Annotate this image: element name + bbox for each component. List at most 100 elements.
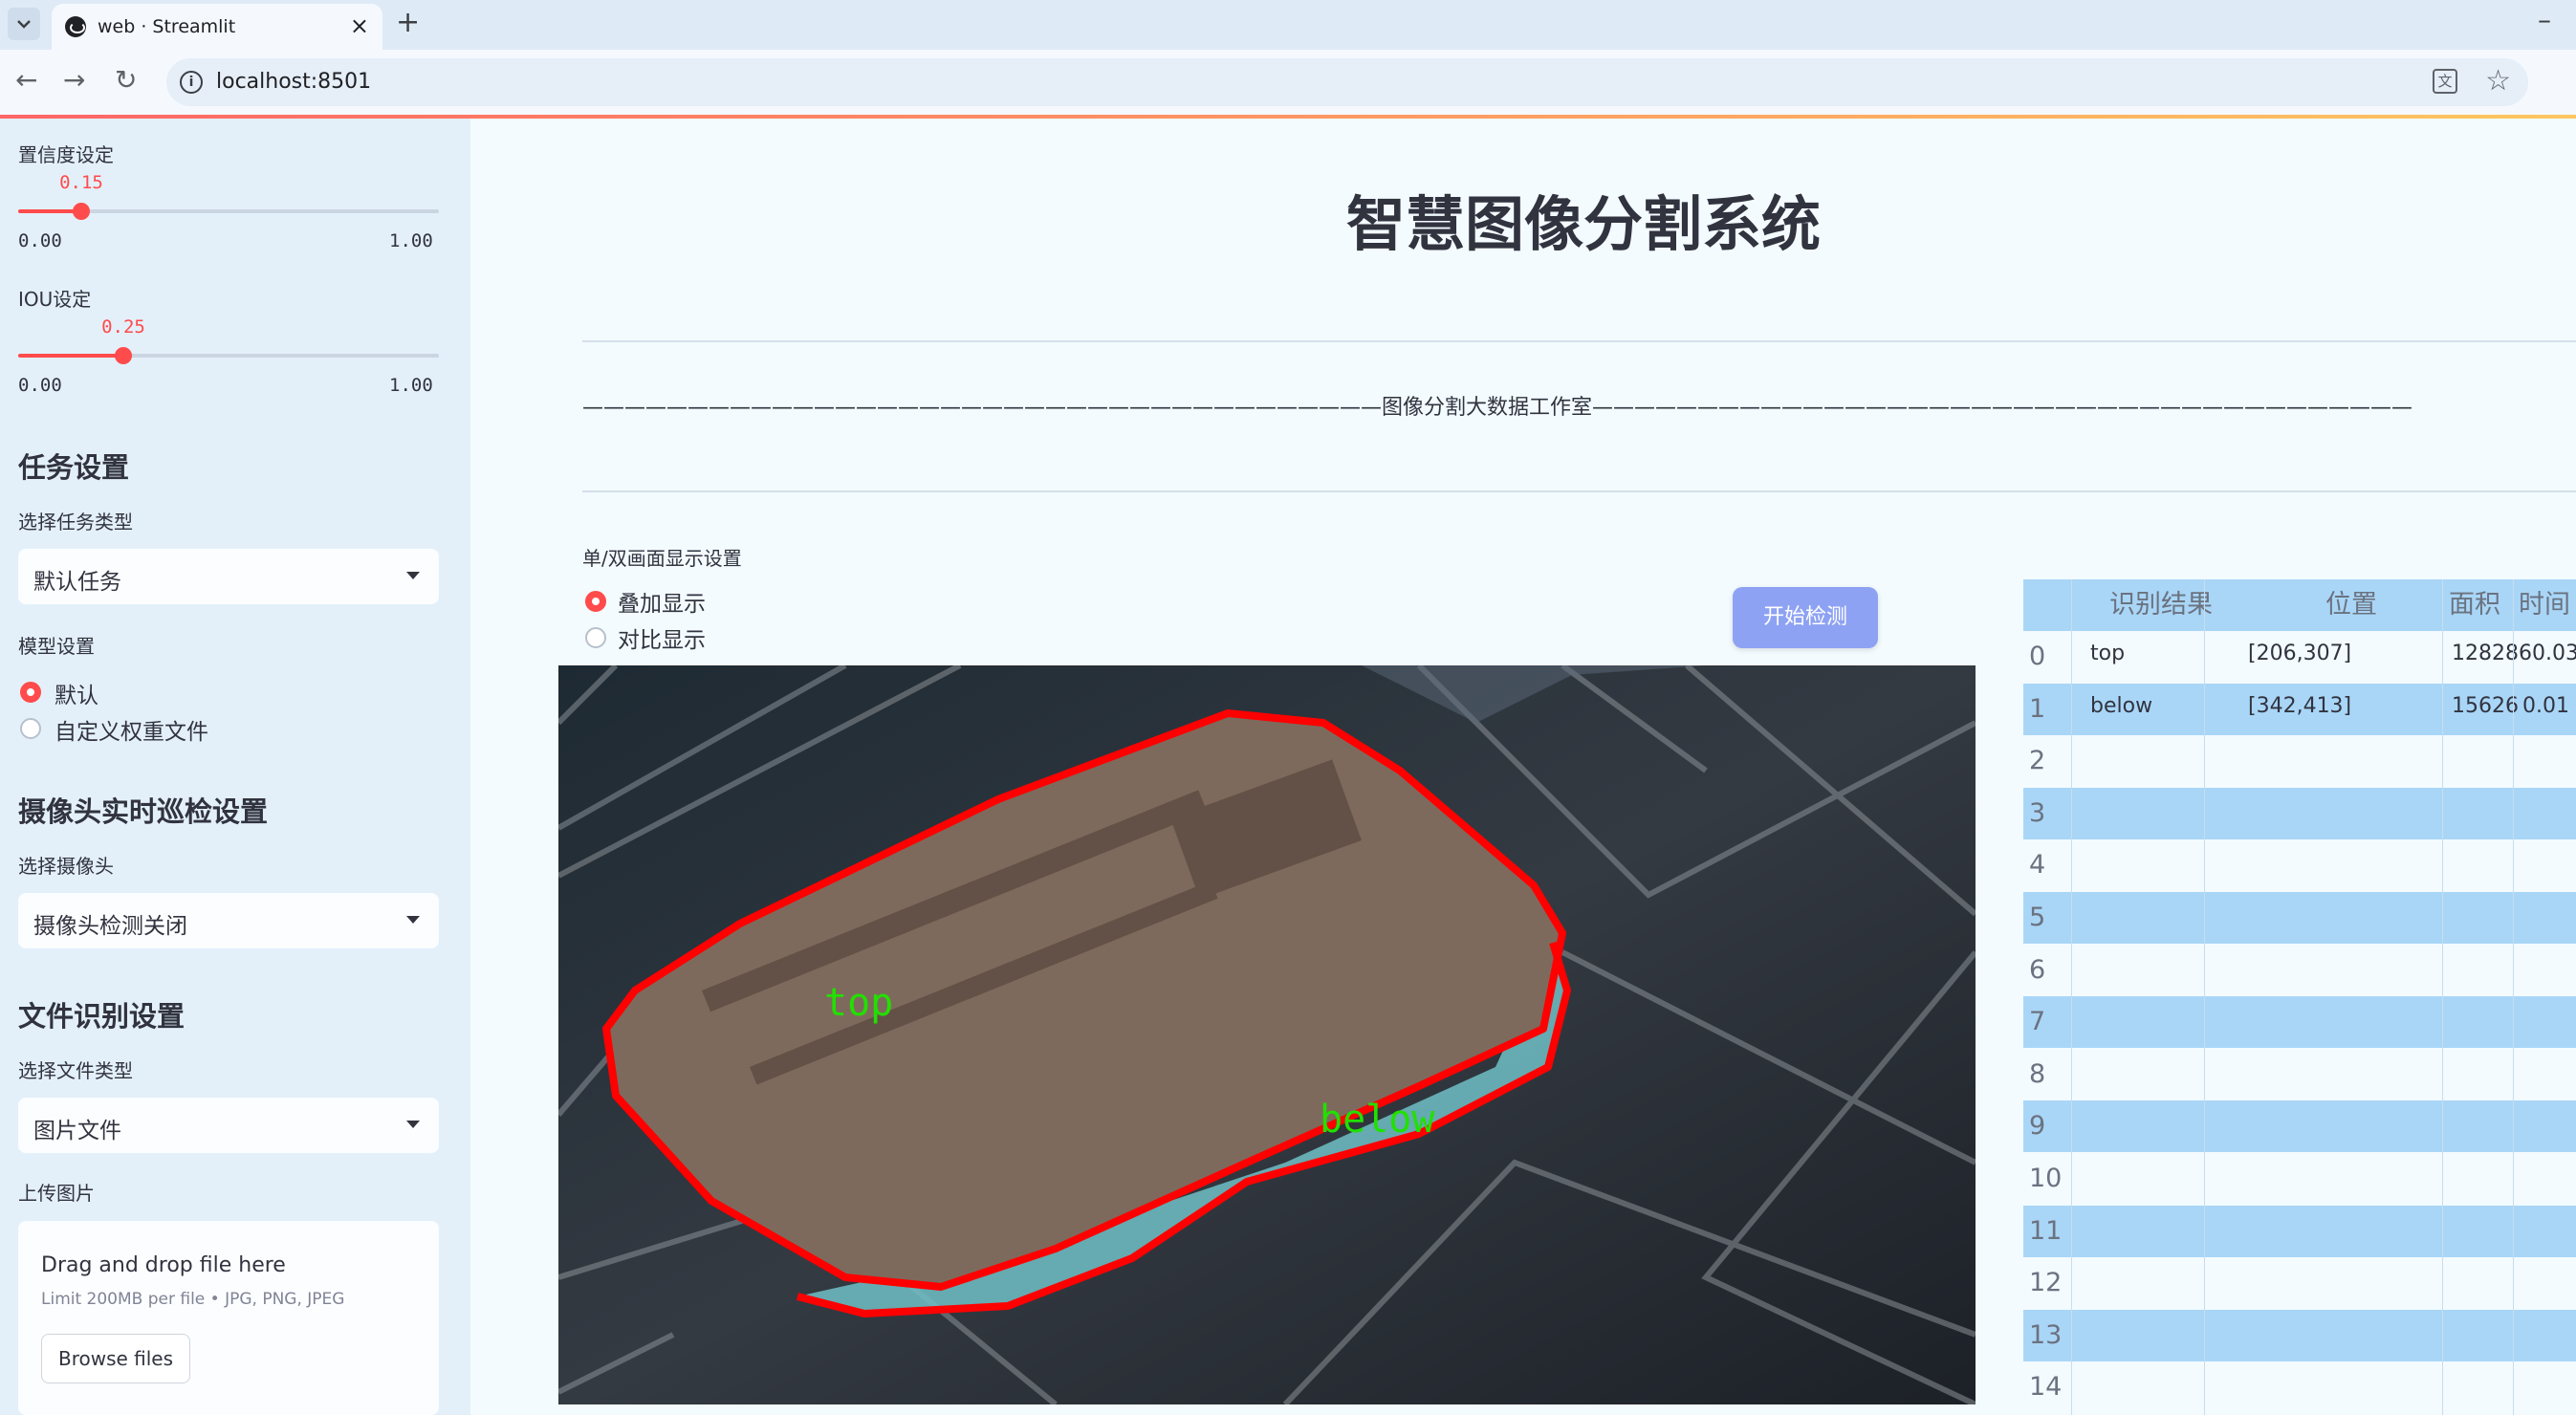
- compare-display-label[interactable]: 对比显示: [618, 621, 706, 654]
- minimize-window-icon[interactable]: –: [2538, 4, 2551, 35]
- url-input[interactable]: i localhost:8501 文 ☆: [166, 58, 2528, 106]
- table-row[interactable]: 3: [2023, 787, 2576, 839]
- column-divider: [2513, 579, 2514, 1415]
- row-index: 0: [2029, 642, 2046, 671]
- camera-select[interactable]: 摄像头检测关闭: [18, 893, 439, 948]
- table-row[interactable]: 12: [2023, 1257, 2576, 1310]
- column-divider: [2204, 579, 2205, 1415]
- table-row[interactable]: 4: [2023, 839, 2576, 892]
- header-position[interactable]: 位置: [2314, 579, 2552, 631]
- tab-search-button[interactable]: [8, 8, 40, 40]
- row-result: [2071, 788, 2204, 839]
- table-row[interactable]: 13: [2023, 1309, 2576, 1361]
- task-settings-header: 任务设置: [18, 451, 130, 484]
- row-time: [2519, 892, 2576, 944]
- browse-files-button[interactable]: Browse files: [41, 1334, 190, 1383]
- studio-divider-text: ——————————————————————————————————————图像…: [582, 396, 2413, 420]
- url-text[interactable]: localhost:8501: [216, 70, 371, 94]
- row-time: [2519, 945, 2576, 996]
- bookmark-star-icon[interactable]: ☆: [2485, 64, 2511, 98]
- row-position: [2204, 1310, 2442, 1361]
- reload-icon[interactable]: ↻: [115, 64, 137, 97]
- row-time: [2519, 1257, 2576, 1309]
- header-index: [2023, 579, 2071, 631]
- row-time: [2519, 1049, 2576, 1100]
- row-position: [2204, 1206, 2442, 1257]
- start-detection-button[interactable]: 开始检测: [1733, 587, 1878, 648]
- task-type-label: 选择任务类型: [18, 511, 133, 533]
- iou-slider[interactable]: 0.25: [18, 316, 439, 364]
- row-time: [2519, 1206, 2576, 1257]
- row-index: 12: [2029, 1268, 2063, 1298]
- results-table[interactable]: 识别结果 位置 面积 时间 0 top [206,307] 1282860.03 1 be…: [2023, 579, 2576, 1415]
- row-index: 8: [2029, 1058, 2046, 1089]
- row-result: [2071, 1049, 2204, 1100]
- compare-display-radio[interactable]: [585, 627, 606, 648]
- row-time: [2519, 1361, 2576, 1413]
- overlay-display-label[interactable]: 叠加显示: [618, 585, 706, 618]
- header-area[interactable]: 面积: [2449, 579, 2516, 631]
- row-time: 0.01: [2522, 693, 2569, 718]
- camera-select-value: 摄像头检测关闭: [33, 914, 187, 939]
- row-time: [2519, 996, 2576, 1048]
- table-row[interactable]: 10: [2023, 1153, 2576, 1205]
- model-custom-label[interactable]: 自定义权重文件: [55, 713, 208, 746]
- row-position: [2204, 735, 2442, 787]
- confidence-slider[interactable]: 0.15: [18, 172, 439, 220]
- row-position: [2204, 1361, 2442, 1413]
- header-result[interactable]: 识别结果: [2071, 579, 2314, 631]
- row-time: [2519, 735, 2576, 787]
- caret-down-icon: [406, 572, 420, 579]
- translate-icon[interactable]: 文: [2433, 69, 2457, 94]
- browser-tab-bar: web · Streamlit × + –: [0, 0, 2576, 50]
- table-row[interactable]: 9: [2023, 1100, 2576, 1153]
- forward-arrow-icon[interactable]: →: [63, 64, 85, 97]
- row-position: [2204, 1100, 2442, 1152]
- row-index: 14: [2029, 1372, 2063, 1403]
- browser-tab[interactable]: web · Streamlit ×: [52, 4, 382, 50]
- table-row[interactable]: 11: [2023, 1205, 2576, 1257]
- model-default-radio[interactable]: [20, 682, 41, 703]
- sidebar: 置信度设定 0.15 0.00 1.00 IOU设定 0.25 0.00 1.0…: [0, 119, 470, 1415]
- table-row[interactable]: 1 below [342,413] 15626 0.01: [2023, 683, 2576, 735]
- table-row[interactable]: 0 top [206,307] 1282860.03: [2023, 631, 2576, 683]
- row-time: [2519, 631, 2576, 683]
- header-time[interactable]: 时间: [2519, 579, 2576, 631]
- site-info-icon[interactable]: i: [180, 71, 203, 94]
- table-row[interactable]: 2: [2023, 735, 2576, 788]
- address-bar: ← → ↻ i localhost:8501 文 ☆: [0, 50, 2576, 115]
- model-default-label[interactable]: 默认: [55, 677, 98, 709]
- camera-settings-header: 摄像头实时巡检设置: [18, 795, 269, 828]
- row-result: [2071, 1100, 2204, 1152]
- table-row[interactable]: 8: [2023, 1048, 2576, 1100]
- row-time: [2519, 1100, 2576, 1152]
- model-custom-radio[interactable]: [20, 718, 41, 739]
- row-result: [2071, 839, 2204, 891]
- close-tab-icon[interactable]: ×: [350, 12, 369, 39]
- table-row[interactable]: 6: [2023, 944, 2576, 996]
- table-row[interactable]: 5: [2023, 892, 2576, 944]
- dropzone-subtitle: Limit 200MB per file • JPG, PNG, JPEG: [41, 1290, 345, 1309]
- table-row[interactable]: 14: [2023, 1361, 2576, 1414]
- row-position: [2204, 788, 2442, 839]
- page-title: 智慧图像分割系统: [1345, 189, 1821, 259]
- new-tab-icon[interactable]: +: [396, 7, 420, 39]
- iou-slider-thumb[interactable]: [115, 347, 132, 364]
- chevron-down-icon: [17, 20, 31, 29]
- overlay-display-radio[interactable]: [585, 591, 606, 612]
- row-time: [2519, 1153, 2576, 1205]
- task-type-select[interactable]: 默认任务: [18, 549, 439, 604]
- row-time: [2519, 839, 2576, 891]
- back-arrow-icon[interactable]: ←: [15, 64, 37, 97]
- below-detection-label: below: [1320, 1098, 1435, 1142]
- row-result: top: [2090, 642, 2126, 665]
- confidence-max: 1.00: [389, 230, 433, 251]
- table-row[interactable]: 7: [2023, 996, 2576, 1049]
- row-position: [206,307]: [2248, 642, 2352, 665]
- table-header-row: 识别结果 位置 面积 时间: [2023, 579, 2576, 631]
- confidence-slider-thumb[interactable]: [73, 203, 90, 220]
- row-time: [2519, 1310, 2576, 1361]
- file-dropzone[interactable]: Drag and drop file here Limit 200MB per …: [18, 1221, 439, 1415]
- file-type-select[interactable]: 图片文件: [18, 1098, 439, 1153]
- streamlit-favicon-icon: [65, 16, 86, 37]
